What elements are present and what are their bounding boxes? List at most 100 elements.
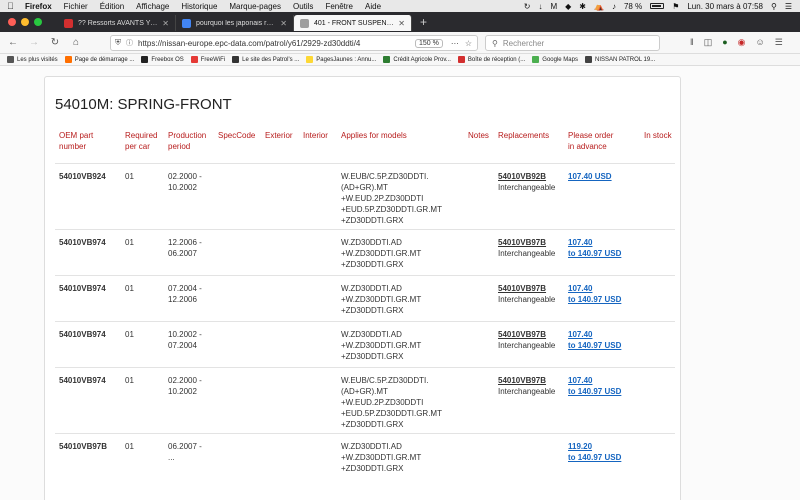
back-arrow-icon[interactable]: ← <box>5 37 21 48</box>
price-link[interactable]: 107.40 <box>568 237 592 248</box>
menubar-datetime[interactable]: Lun. 30 mars à 07:58 <box>687 2 763 11</box>
bookmark-item[interactable]: Page de démarrage ... <box>64 56 134 63</box>
bookmark-item[interactable]: Boîte de réception (... <box>457 56 525 63</box>
price-link[interactable]: 107.40 <box>568 375 592 386</box>
library-icon[interactable]: ‖ <box>690 37 694 48</box>
reload-icon[interactable]: ↻ <box>47 37 63 48</box>
tab-strip: ?? Ressorts AVANTS Y61 3.0D ✕ pourquoi l… <box>0 12 800 32</box>
shield-icon[interactable]: ⛨ <box>115 38 121 48</box>
part-number: 54010VB974 <box>59 376 106 385</box>
menu-app-name[interactable]: Firefox <box>25 2 52 11</box>
applies-model: +ZD30DDTI.GRX <box>341 352 404 361</box>
bookmark-item[interactable]: PagesJaunes : Annu... <box>306 56 376 63</box>
replacement-link[interactable]: 54010VB97B <box>498 237 546 248</box>
header-speccode: SpecCode <box>218 131 256 140</box>
replacement-link[interactable]: 54010VB92B <box>498 171 546 182</box>
parts-panel: 54010M: SPRING-FRONT OEM part number Req… <box>44 76 681 500</box>
row-divider <box>55 433 675 434</box>
gear-icon <box>7 56 14 63</box>
qty-per-car: 01 <box>125 172 134 181</box>
minimize-window-button[interactable] <box>21 18 29 26</box>
bookmark-item[interactable]: Freebox OS <box>141 56 184 63</box>
page-actions-icon[interactable]: ⋯ <box>451 39 459 48</box>
menu-affichage[interactable]: Affichage <box>136 2 169 11</box>
price-link[interactable]: to 140.97 USD <box>568 340 621 351</box>
control-center-icon[interactable]: ☰ <box>785 2 792 11</box>
info-icon[interactable]: ⓘ <box>126 38 133 48</box>
forward-arrow-icon[interactable]: → <box>26 37 42 48</box>
applies-model: +W.ZD30DDTI.GR.MT <box>341 341 422 350</box>
menu-marque-pages[interactable]: Marque-pages <box>229 2 281 11</box>
spotlight-icon[interactable]: ⚲ <box>771 2 777 11</box>
tab-title: ?? Ressorts AVANTS Y61 3.0D <box>78 19 159 27</box>
sync-icon[interactable]: ↻ <box>524 2 531 11</box>
malwarebytes-icon[interactable]: ◆ <box>565 2 571 11</box>
price-link[interactable]: 107.40 <box>568 283 592 294</box>
menu-edition[interactable]: Édition <box>100 2 124 11</box>
header-oem-text: OEM part number <box>59 131 94 151</box>
download-icon[interactable]: ↓ <box>538 2 542 11</box>
bookmark-item[interactable]: NISSAN PATROL 19... <box>584 56 655 63</box>
bookmark-item[interactable]: FreeWiFi <box>190 56 226 63</box>
price-link[interactable]: 119.20 <box>568 441 592 452</box>
tab-ressorts[interactable]: ?? Ressorts AVANTS Y61 3.0D ✕ <box>58 15 176 31</box>
account-icon[interactable]: ☺ <box>756 37 765 48</box>
close-tab-icon[interactable]: ✕ <box>162 19 169 28</box>
flag-icon[interactable]: ⚑ <box>672 2 679 11</box>
battery-icon[interactable] <box>650 3 665 9</box>
url-bar[interactable]: ⛨ ⓘ https://nissan-europe.epc-data.com/p… <box>110 35 478 51</box>
zoom-window-button[interactable] <box>34 18 42 26</box>
new-tab-button[interactable]: + <box>420 15 427 29</box>
mail-icon[interactable]: M <box>550 2 557 11</box>
bookmark-star-icon[interactable]: ☆ <box>465 39 472 48</box>
battery-percent[interactable]: 78 % <box>624 2 642 11</box>
replacement-link[interactable]: 54010VB97B <box>498 283 546 294</box>
close-tab-icon[interactable]: ✕ <box>398 19 405 28</box>
bookmark-item[interactable]: Les plus visités <box>7 56 58 63</box>
applies-model: W.ZD30DDTI.AD <box>341 238 402 247</box>
extension-icon[interactable]: ● <box>722 37 727 48</box>
bookmark-item[interactable]: Le site des Patrol's ... <box>232 56 299 63</box>
row-divider <box>55 367 675 368</box>
price-link[interactable]: to 140.97 USD <box>568 248 621 259</box>
replacement-link[interactable]: 54010VB97B <box>498 375 546 386</box>
tab-japonais[interactable]: pourquoi les japonais roulent à ✕ <box>176 15 294 31</box>
price-link[interactable]: to 140.97 USD <box>568 386 621 397</box>
menu-aide[interactable]: Aide <box>365 2 381 11</box>
bookmark-label: FreeWiFi <box>200 56 226 63</box>
home-icon[interactable]: ⌂ <box>68 37 84 48</box>
mail-icon <box>457 56 465 63</box>
price-link[interactable]: 107.40 <box>568 329 592 340</box>
price-link[interactable]: to 140.97 USD <box>568 294 621 305</box>
sidebar-icon[interactable]: ◫ <box>704 37 713 48</box>
tab-favicon-icon <box>64 18 73 28</box>
menu-fichier[interactable]: Fichier <box>64 2 88 11</box>
bookmark-item[interactable]: Crédit Agricole Prov... <box>383 56 451 63</box>
tab-front-suspension[interactable]: 401 - FRONT SUSPENSION for ✕ <box>294 15 412 31</box>
qty-per-car: 01 <box>125 330 134 339</box>
navigation-bar: ← → ↻ ⌂ ⛨ ⓘ https://nissan-europe.epc-da… <box>0 32 800 54</box>
close-window-button[interactable] <box>8 18 16 26</box>
bluetooth-icon[interactable]: ✱ <box>579 2 586 11</box>
apple-menu-icon[interactable]:  <box>7 1 17 11</box>
part-number: 54010VB974 <box>59 330 106 339</box>
search-input[interactable]: ⚲ Rechercher <box>485 35 660 51</box>
price-link[interactable]: to 140.97 USD <box>568 452 621 463</box>
zoom-level-badge[interactable]: 150 % <box>414 38 443 48</box>
maps-icon <box>532 56 540 63</box>
url-text[interactable]: https://nissan-europe.epc-data.com/patro… <box>138 39 415 48</box>
price-link[interactable]: 107.40 USD <box>568 171 612 182</box>
menu-outils[interactable]: Outils <box>293 2 313 11</box>
applies-model: (AD+GR).MT <box>341 183 388 192</box>
macos-menubar:  Firefox Fichier Édition Affichage Hist… <box>0 0 800 12</box>
bookmark-item[interactable]: Google Maps <box>532 56 578 63</box>
menu-fenetre[interactable]: Fenêtre <box>325 2 353 11</box>
menu-historique[interactable]: Historique <box>181 2 217 11</box>
wifi-icon[interactable]: ⛺ <box>594 2 604 11</box>
menu-icon[interactable]: ☰ <box>775 37 783 48</box>
production-period: 02.2000 - <box>168 376 202 385</box>
volume-icon[interactable]: ♪ <box>612 2 616 11</box>
replacement-link[interactable]: 54010VB97B <box>498 329 546 340</box>
close-tab-icon[interactable]: ✕ <box>280 19 287 28</box>
ublock-icon[interactable]: ◉ <box>738 37 746 48</box>
